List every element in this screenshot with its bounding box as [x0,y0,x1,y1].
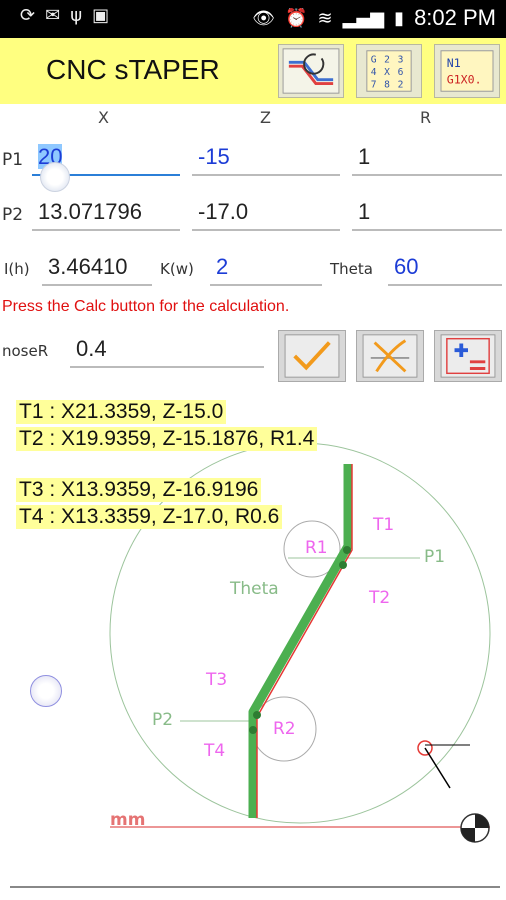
k-field[interactable]: 2 [210,252,322,286]
image-icon: ▣ [92,5,110,26]
t2-label: T2 [368,588,390,608]
i-label: I(h) [4,260,30,278]
mode-radio[interactable] [30,675,62,707]
svg-text:2: 2 [384,54,390,65]
p2-x-field[interactable]: 13.071796 [32,197,180,231]
theta-field[interactable]: 60 [388,252,502,286]
plus-equals-button[interactable] [434,330,502,382]
keypad-button[interactable]: G23 4X6 782 [356,44,422,98]
column-header-x: X [98,108,109,127]
alarm-icon: ⏰ [285,7,308,29]
svg-text:G: G [371,54,377,65]
t3-point [253,711,261,719]
p1-label: P1 [2,150,24,170]
unit-label: mm [110,810,145,830]
checkmark-icon [284,334,340,378]
k-label: K(w) [160,260,194,278]
i-field[interactable]: 3.46410 [42,252,152,286]
zoom-icon[interactable] [460,813,490,843]
nose-radius-label: noseR [2,342,49,360]
text-selection-handle[interactable] [40,162,70,192]
p1-diagram-label: P1 [424,547,445,567]
svg-text:X: X [384,67,390,78]
wifi-icon: ≋ [317,7,333,29]
svg-text:8: 8 [384,79,390,90]
result-t4: T4 : X13.3359, Z-17.0, R0.6 [16,505,283,529]
cancel-calc-button[interactable] [356,330,424,382]
p1-z-field[interactable]: -15 [192,142,340,176]
p2-label: P2 [2,205,24,225]
bottom-divider [10,886,500,888]
keypad-icon: G23 4X6 782 [366,50,412,92]
svg-text:3: 3 [398,54,404,65]
p2-r-field[interactable]: 1 [352,197,502,231]
t4-point [249,726,257,734]
taper-swap-icon [282,48,340,94]
t4-label: T4 [203,741,225,761]
svg-text:2: 2 [398,79,404,90]
t1-point [343,546,351,554]
calc-button[interactable] [278,330,346,382]
p2-z-field[interactable]: -17.0 [192,197,340,231]
eye-icon: 👁 [252,7,276,29]
theta-diagram-label: Theta [229,579,279,599]
p2-diagram-label: P2 [152,710,173,730]
t3-label: T3 [205,670,227,690]
result-t1: T1 : X21.3359, Z-15.0 [16,400,227,424]
signal-icon: ▂▄▆ [342,7,385,29]
sync-icon: ⟳ [20,5,36,26]
p1-r-field[interactable]: 1 [352,142,502,176]
svg-text:6: 6 [398,67,404,78]
r2-label: R2 [273,719,296,739]
r1-label: R1 [305,538,328,558]
mail-icon: ✉ [45,5,61,26]
svg-text:N1: N1 [447,56,461,70]
column-header-r: R [420,108,432,127]
result-t3: T3 : X13.9359, Z-16.9196 [16,478,262,502]
nose-radius-field[interactable]: 0.4 [70,334,264,368]
theta-label: Theta [330,260,373,278]
calc-hint: Press the Calc button for the calculatio… [2,298,290,315]
t1-label: T1 [372,515,394,535]
svg-text:4: 4 [371,67,377,78]
result-t2: T2 : X19.9359, Z-15.1876, R1.4 [16,427,318,451]
svg-text:G1X0.: G1X0. [447,73,482,87]
gcode-icon: N1 G1X0. [440,50,494,92]
column-header-z: Z [260,108,271,127]
swap-mode-button[interactable] [278,44,344,98]
usb-icon: ψ [70,5,83,26]
cross-path-icon [362,334,418,378]
app-title: CNC sTAPER [46,54,220,85]
results-panel: T1 : X21.3359, Z-15.0 T2 : X19.9359, Z-1… [16,400,318,532]
status-bar: ⟳ ✉ ψ ▣ 👁 ⏰ ≋ ▂▄▆ ▮ 8:02 PM [0,0,506,38]
plus-equals-icon [440,334,496,378]
title-bar: CNC sTAPER G23 4X6 782 N1 G1X0. [0,38,506,104]
gcode-button[interactable]: N1 G1X0. [434,44,500,98]
battery-icon: ▮ [394,7,405,29]
t2-point [339,561,347,569]
clock: 8:02 PM [414,5,496,30]
svg-text:7: 7 [371,79,377,90]
